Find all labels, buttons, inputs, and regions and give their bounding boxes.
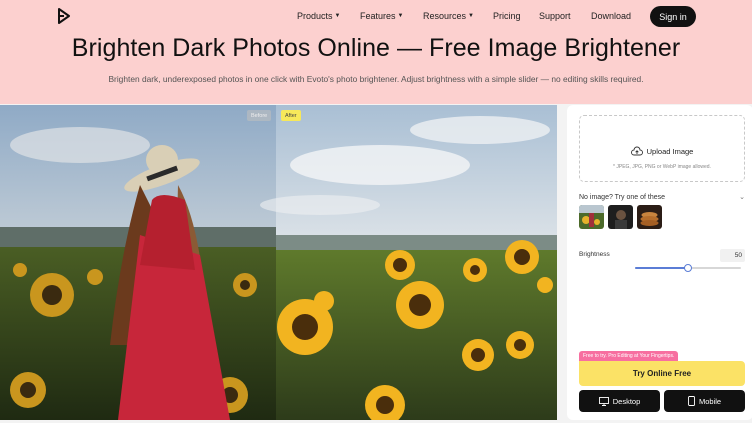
slider-thumb[interactable] [684, 264, 692, 272]
upload-label: Upload Image [646, 146, 694, 156]
sample-toggle[interactable]: No image? Try one of these ⌄ [579, 191, 745, 203]
before-label: Before [247, 110, 272, 121]
brightness-value-input[interactable]: 50 [720, 249, 745, 262]
page-title: Brighten Dark Photos Online — Free Image… [71, 34, 681, 62]
try-online-free-button[interactable]: Try Online Free [579, 361, 745, 386]
upload-hint: * JPEG, JPG, PNG or WebP image allowed. [613, 164, 711, 170]
nav-resources[interactable]: Resources ▼ [423, 11, 474, 21]
top-nav: Products ▼ Features ▼ Resources ▼ Pricin… [0, 0, 752, 32]
before-after-preview[interactable]: Before After [0, 105, 557, 420]
caret-down-icon: ▼ [397, 13, 404, 19]
nav-resources-label: Resources [423, 11, 467, 21]
nav-download[interactable]: Download [591, 11, 631, 21]
sample-thumb-flowers[interactable] [579, 205, 604, 229]
brightness-label: Brightness [579, 251, 610, 258]
evoto-logo-icon[interactable] [56, 7, 72, 25]
promo-badge: Free to try. Pro Editing at Your Fingert… [579, 351, 679, 361]
nav-products-label: Products [297, 11, 333, 21]
after-label: After [281, 110, 301, 121]
nav-support-label: Support [539, 11, 571, 21]
editor-panel: Upload Image * JPEG, JPG, PNG or WebP im… [567, 105, 752, 420]
sample-thumb-pancakes[interactable] [637, 205, 662, 229]
upload-dropzone[interactable]: Upload Image * JPEG, JPG, PNG or WebP im… [579, 115, 745, 182]
nav-download-label: Download [591, 11, 632, 21]
mobile-label: Mobile [698, 396, 722, 406]
desktop-label: Desktop [612, 396, 641, 406]
sample-prompt: No image? Try one of these [579, 193, 665, 201]
nav-pricing[interactable]: Pricing [493, 11, 521, 21]
chevron-down-icon: ⌄ [739, 194, 745, 201]
sign-in-button[interactable]: Sign in [650, 6, 696, 27]
mobile-download-button[interactable]: Mobile [664, 390, 745, 412]
upload-button[interactable]: Upload Image [580, 146, 744, 156]
nav-features[interactable]: Features ▼ [360, 11, 403, 21]
desktop-icon [598, 396, 609, 406]
mobile-icon [688, 396, 695, 406]
desktop-download-button[interactable]: Desktop [579, 390, 660, 412]
brightness-slider[interactable] [635, 264, 741, 272]
nav-products[interactable]: Products ▼ [297, 11, 340, 21]
caret-down-icon: ▼ [334, 13, 341, 19]
preview-photo [0, 105, 557, 420]
nav-pricing-label: Pricing [493, 11, 521, 21]
caret-down-icon: ▼ [468, 13, 474, 19]
nav-support[interactable]: Support [539, 11, 571, 21]
slider-fill [635, 267, 688, 269]
cloud-upload-icon [630, 146, 643, 156]
sample-thumb-dark-portrait[interactable] [608, 205, 633, 229]
nav-features-label: Features [360, 11, 396, 21]
page-subtitle: Brighten dark, underexposed photos in on… [108, 74, 644, 84]
